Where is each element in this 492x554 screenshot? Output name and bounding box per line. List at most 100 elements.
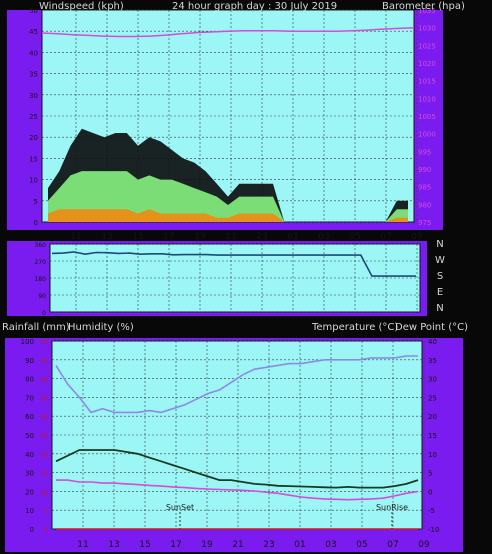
direction-label-n: N [436,239,443,250]
temperature-y-tick: 40 [428,338,437,346]
temperature-y-tick: 20 [428,413,437,421]
dew-point-label: Dew Point (°C) [395,322,468,333]
lower-x-tick: 21 [232,540,243,550]
humidity-y-tick: 100 [21,338,34,346]
rainfall-y-tick: 0 [44,527,48,534]
barometer-y-tick: 975 [418,219,431,227]
direction-y-tick: 180 [35,276,47,283]
wind-x-tick: 21 [225,232,236,242]
temperature-y-tick: 0 [428,488,432,496]
wind-y-tick: 40 [29,49,38,57]
wind-x-tick: 05 [349,232,360,242]
rainfall-y-tick: 10 [40,489,48,496]
top-frame-left [7,10,13,230]
sunset-label: SunSet [166,503,194,512]
temperature-y-tick: 15 [428,432,437,440]
barometer-label: Barometer (hpa) [382,1,465,12]
barometer-y-tick: 1000 [418,131,436,139]
lower-x-tick: 05 [356,540,367,550]
wind-x-tick: 03 [318,232,329,242]
wind-y-tick: 35 [29,71,38,79]
windspeed-label: Windspeed (kph) [39,1,124,12]
humidity-label: Humidity (%) [68,322,134,333]
wind-y-tick: 20 [29,134,38,142]
sunrise-label: SunRise [376,503,408,512]
rainfall-y-tick: 20 [40,452,48,459]
rainfall-y-tick: 50 [40,339,48,346]
temperature-y-tick: 30 [428,376,437,384]
lower-x-tick: 19 [201,540,213,550]
wind-y-tick: 25 [29,113,38,121]
direction-y-tick: 90 [38,293,46,300]
lower-x-tick: 03 [325,540,336,550]
direction-y-tick: 270 [35,259,47,266]
barometer-y-tick: 1020 [418,60,436,68]
rainfall-label: Rainfall (mm) [2,322,70,333]
humidity-y-tick: 30 [25,470,34,478]
rainfall-y-tick: 5 [44,508,48,515]
wind-y-tick: 5 [34,198,38,206]
wind-x-tick: 23 [256,232,267,242]
chart-title: 24 hour graph day : 30 July 2019 [172,1,337,12]
wind-x-axis: 11 13 15 17 19 21 23 01 03 05 07 09 [70,232,423,242]
wind-x-tick: 11 [70,232,81,242]
barometer-y-tick: 1005 [418,113,436,121]
humidity-y-tick: 90 [25,357,34,365]
direction-y-tick: 360 [35,242,47,249]
direction-label-s: S [437,271,443,282]
lower-x-tick: 09 [418,540,430,550]
direction-label-e: E [437,287,443,298]
temperature-y-tick: -5 [428,507,435,515]
lower-x-tick: 11 [77,540,88,550]
barometer-y-tick: 990 [418,166,431,174]
wind-y-tick: 0 [34,219,38,227]
barometer-y-tick: 980 [418,201,431,209]
lower-x-tick: 13 [108,540,119,550]
humidity-y-tick: 40 [25,451,34,459]
humidity-y-tick: 20 [25,488,34,496]
wind-x-tick: 13 [101,232,112,242]
wind-x-tick: 09 [411,232,423,242]
wind-y-tick: 30 [29,92,38,100]
rainfall-y-tick: 35 [40,395,48,402]
humidity-y-tick: 60 [25,413,34,421]
rainfall-y-tick: 45 [40,358,48,365]
rainfall-y-tick: 30 [40,414,48,421]
direction-label-w: W [435,255,445,266]
lower-x-tick: 01 [294,540,305,550]
weather-graph: 05101520253035404550 9759809859909951000… [2,1,468,552]
direction-label-n: N [436,303,443,314]
lower-x-tick: 15 [139,540,150,550]
barometer-y-tick: 995 [418,148,431,156]
rainfall-y-tick: 15 [40,471,48,478]
barometer-y-tick: 1010 [418,95,436,103]
wind-x-tick: 19 [194,232,206,242]
direction-labels: NWSEN [435,239,445,314]
temperature-y-tick: 5 [428,470,432,478]
wind-x-tick: 15 [132,232,143,242]
wind-x-tick: 01 [287,232,298,242]
humidity-y-tick: 10 [25,507,34,515]
wind-y-tick: 15 [29,155,38,163]
lower-x-tick: 17 [170,540,181,550]
wind-x-tick: 07 [380,232,391,242]
barometer-y-tick: 985 [418,184,431,192]
temperature-y-tick: 10 [428,451,437,459]
temperature-y-tick: 35 [428,357,437,365]
direction-y-tick: 0 [42,310,46,317]
wind-y-tick: 45 [29,28,38,36]
humidity-y-tick: 80 [25,376,34,384]
rainfall-y-tick: 40 [40,377,48,384]
wind-x-tick: 17 [163,232,174,242]
humidity-y-tick: 0 [30,526,34,534]
temperature-y-tick: 25 [428,394,437,402]
lower-x-tick: 07 [387,540,398,550]
wind-y-tick: 10 [29,177,38,185]
wind-y-tick: 50 [29,7,38,15]
temperature-y-tick: -10 [428,526,439,534]
barometer-y-tick: 1025 [418,42,436,50]
temperature-label: Temperature (°C) [311,322,398,333]
lower-x-tick: 23 [263,540,274,550]
humidity-y-tick: 70 [25,394,34,402]
barometer-y-tick: 1015 [418,78,436,86]
